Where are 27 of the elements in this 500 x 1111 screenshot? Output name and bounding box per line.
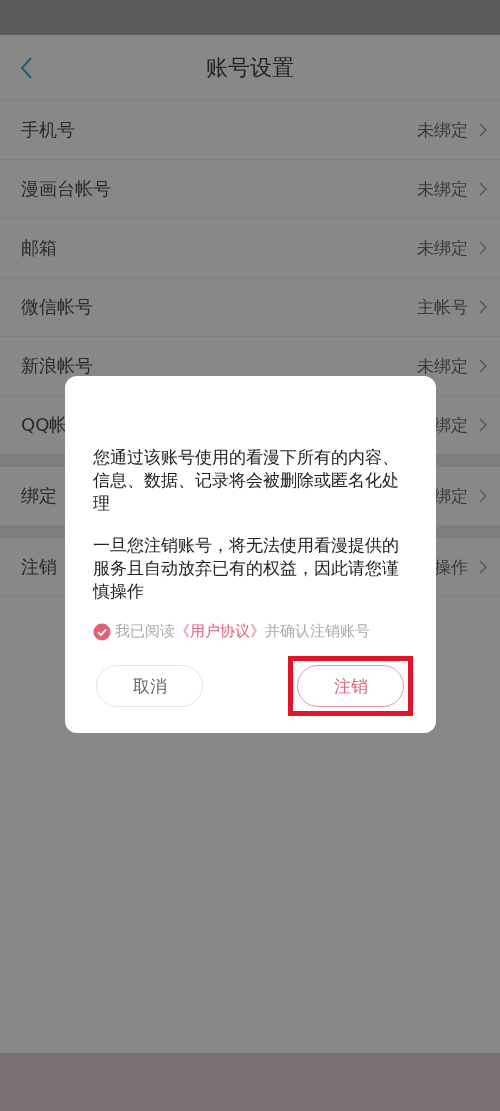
chevron-icon[interactable] — [478, 299, 488, 315]
agreement-link[interactable]: 《用户协议》 — [175, 623, 265, 639]
setting-label[interactable]: 微信帐号 — [21, 295, 417, 319]
chevron-icon[interactable] — [478, 417, 488, 433]
back-icon[interactable] — [18, 55, 34, 81]
deactivate-button[interactable]: 注销 — [297, 665, 404, 707]
setting-label[interactable]: 手机号 — [21, 118, 417, 142]
setting-label[interactable]: 邮箱 — [21, 236, 417, 260]
setting-value: 未绑定 — [417, 177, 468, 201]
setting-label[interactable]: 新浪帐号 — [21, 354, 417, 378]
setting-value: 未绑定 — [417, 118, 468, 142]
setting-value: 未绑定 — [417, 236, 468, 260]
dialog-message: 您通过该账号使用的看漫下所有的内容、信息、数据、记录将会被删除或匿名化处理 — [93, 446, 400, 515]
chevron-icon[interactable] — [478, 181, 488, 197]
checkbox[interactable] — [93, 622, 111, 641]
chevron-icon[interactable] — [478, 488, 488, 504]
agreement-text: 我已阅读《用户协议》并确认注销账号 — [115, 622, 370, 641]
chevron-icon[interactable] — [478, 122, 488, 138]
setting-label[interactable]: 漫画台帐号 — [21, 177, 417, 201]
setting-value: 未绑定 — [417, 354, 468, 378]
chevron-icon[interactable] — [478, 559, 488, 575]
chevron-icon[interactable] — [478, 358, 488, 374]
setting-value: 主帐号 — [417, 295, 468, 319]
chevron-icon[interactable] — [478, 240, 488, 256]
cancel-button[interactable]: 取消 — [96, 665, 203, 707]
page-title: 账号设置 — [206, 53, 294, 82]
dialog-message: 一旦您注销账号，将无法使用看漫提供的服务且自动放弃已有的权益，因此请您谨慎操作 — [93, 534, 400, 603]
